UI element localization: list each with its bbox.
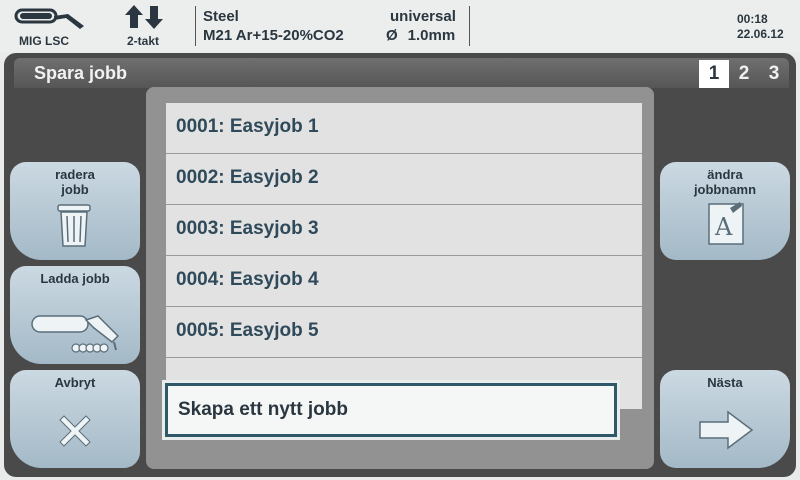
delete-job-button[interactable]: radera jobb (10, 162, 140, 260)
diameter-symbol: Ø (386, 27, 398, 44)
cancel-label: Avbryt (54, 375, 96, 390)
clock-time: 00:18 (737, 12, 768, 26)
arrow-right-icon (699, 410, 754, 450)
trigger-mode-label: 2-takt (127, 34, 160, 48)
job-list-item[interactable]: 0002: Easyjob 2 (166, 154, 642, 205)
status-bar: MIG LSC 2-takt Steel M21 Ar+15-20%CO2 un… (0, 0, 800, 52)
next-label: Nästa (707, 375, 743, 390)
material-label: Steel (203, 8, 239, 25)
job-list-item-label: 0002: Easyjob 2 (176, 167, 319, 188)
svg-text:A: A (714, 213, 733, 241)
welding-torch-icon (14, 8, 84, 29)
job-list-item[interactable]: 0003: Easyjob 3 (166, 205, 642, 256)
wire-diameter-value: 1.0mm (407, 27, 456, 44)
rename-job-button[interactable]: ändra jobbnamn A (660, 162, 790, 260)
status-divider (469, 6, 470, 46)
job-list: 0001: Easyjob 1 0002: Easyjob 2 0003: Ea… (166, 103, 642, 409)
load-job-button[interactable]: Ladda jobb (10, 266, 140, 364)
job-list-item-label: 0003: Easyjob 3 (176, 218, 319, 239)
create-new-job-field[interactable]: Skapa ett nytt jobb (165, 383, 617, 437)
job-list-item-label: 0004: Easyjob 4 (176, 269, 319, 290)
rename-job-label: ändra jobbnamn (693, 167, 757, 197)
close-icon (59, 415, 91, 447)
job-list-item-label: 0001: Easyjob 1 (176, 116, 319, 137)
status-divider (195, 6, 196, 46)
job-list-item[interactable]: 0001: Easyjob 1 (166, 103, 642, 154)
load-job-label: Ladda jobb (40, 271, 110, 286)
page-tabs: 1 2 3 (699, 60, 789, 88)
program-label: universal (390, 8, 456, 25)
main-panel: Spara jobb 1 2 3 radera jobb Ladda jobb (4, 53, 796, 477)
create-new-job-label: Skapa ett nytt jobb (178, 399, 348, 420)
torch-icon (31, 315, 120, 353)
process-mode-label: MIG LSC (19, 34, 69, 48)
up-down-arrows-icon (125, 5, 163, 29)
next-button[interactable]: Nästa (660, 370, 790, 468)
edit-document-icon: A (708, 202, 744, 245)
trash-icon (57, 204, 91, 247)
job-list-item[interactable]: 0005: Easyjob 5 (166, 307, 642, 358)
cancel-button[interactable]: Avbryt (10, 370, 140, 468)
job-list-item[interactable]: 0004: Easyjob 4 (166, 256, 642, 307)
gas-label: M21 Ar+15-20%CO2 (203, 27, 344, 44)
job-list-item-label: 0005: Easyjob 5 (176, 320, 319, 341)
clock-date: 22.06.12 (737, 27, 784, 41)
page-tab-1[interactable]: 1 (699, 60, 729, 88)
page-tab-3[interactable]: 3 (759, 60, 789, 88)
wire-diameter-label: Ø 1.0mm (386, 27, 455, 44)
create-new-job-item[interactable]: Skapa ett nytt jobb (162, 380, 620, 440)
delete-job-label: radera jobb (55, 167, 95, 197)
job-list-container: 0001: Easyjob 1 0002: Easyjob 2 0003: Ea… (146, 87, 654, 469)
page-title: Spara jobb (34, 63, 128, 83)
page-tab-2[interactable]: 2 (729, 60, 759, 88)
title-bar: Spara jobb 1 2 3 (14, 58, 789, 88)
